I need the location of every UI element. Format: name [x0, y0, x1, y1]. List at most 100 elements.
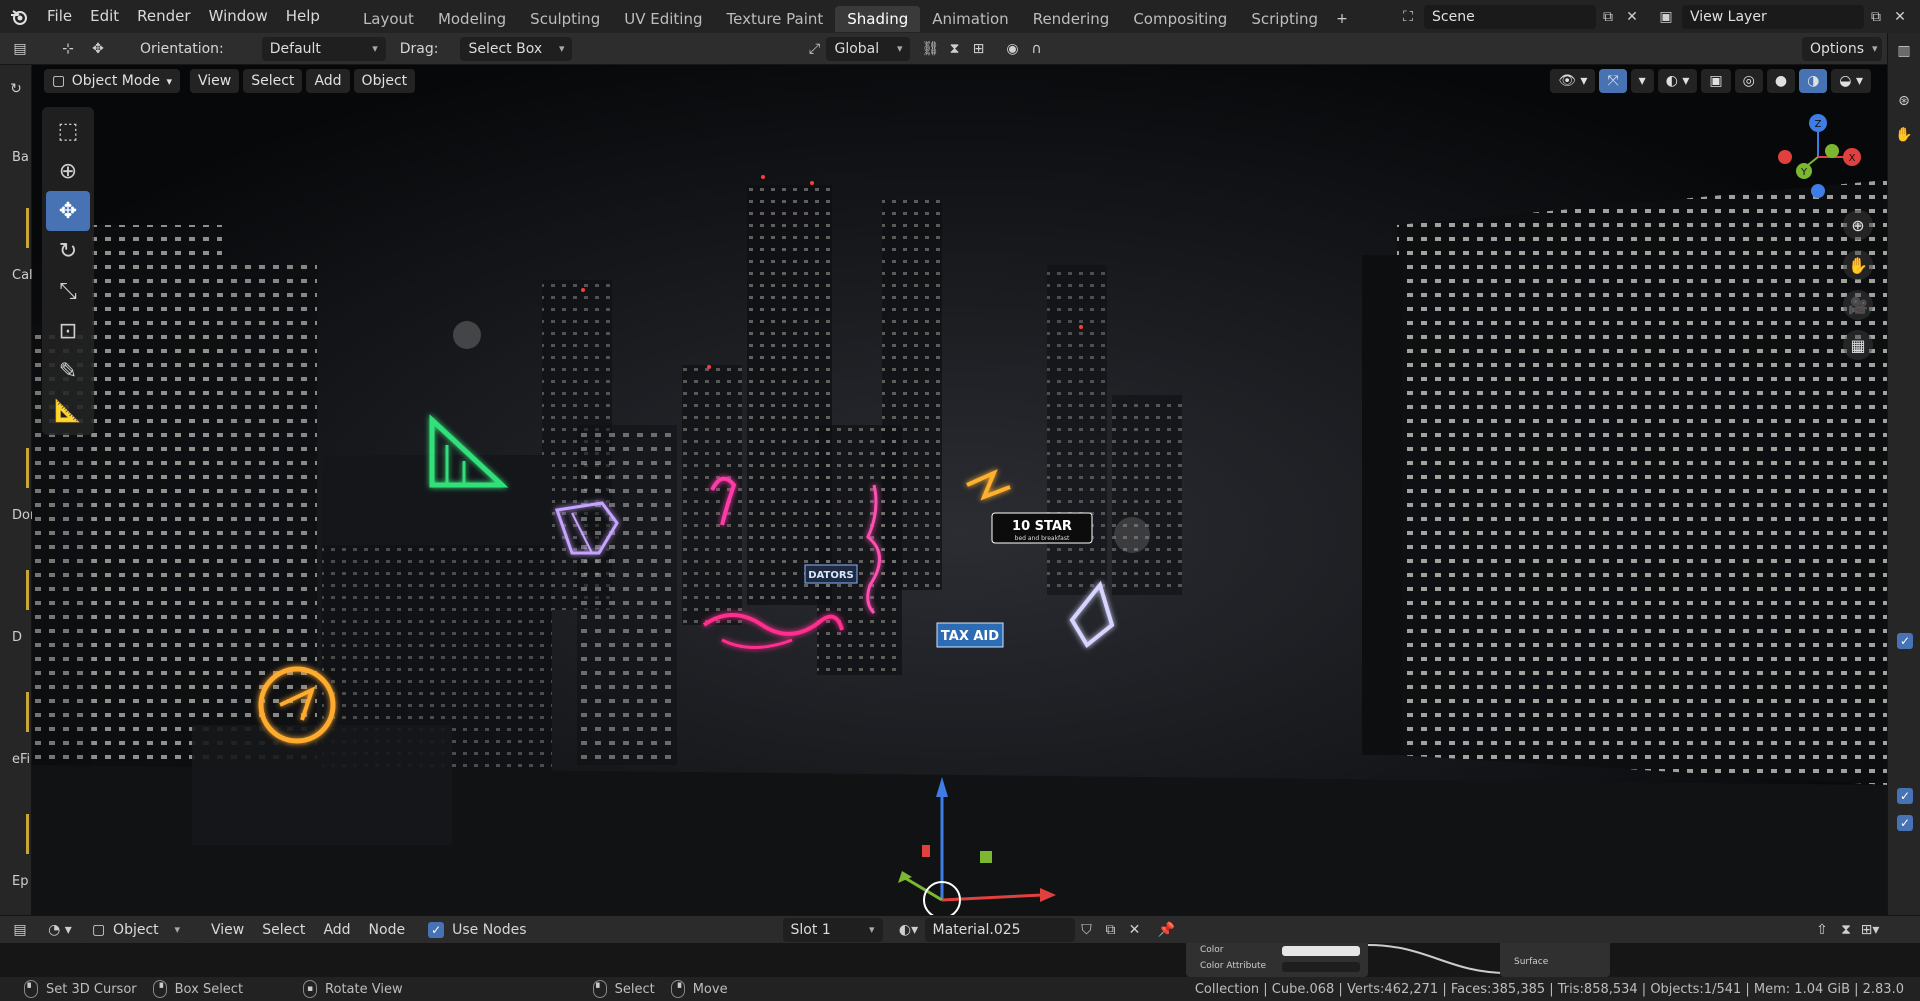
xray-icon[interactable]: ▣	[1701, 69, 1731, 93]
pin-icon[interactable]: 📌	[1155, 918, 1179, 942]
falloff-icon[interactable]: ∩	[1024, 37, 1048, 61]
tab-animation[interactable]: Animation	[920, 6, 1020, 32]
measure-tool-icon[interactable]: 📐	[46, 391, 90, 431]
tab-compositing[interactable]: Compositing	[1121, 6, 1239, 32]
shading-rendered-icon[interactable]: ◒ ▾	[1831, 69, 1871, 93]
transform-tool-icon[interactable]: ⊹	[56, 37, 80, 61]
material-output-node[interactable]: Surface	[1500, 943, 1610, 977]
socket-color-attribute-label: Color Attribute	[1200, 961, 1267, 971]
menu-edit[interactable]: Edit	[81, 0, 128, 33]
fake-user-shield-icon[interactable]: ⛉	[1075, 918, 1099, 942]
menu-render[interactable]: Render	[128, 0, 199, 33]
tab-scripting[interactable]: Scripting	[1239, 6, 1330, 32]
shader-type-dropdown[interactable]: ▢ Object ▾	[84, 917, 188, 942]
unlink-material-icon[interactable]: ✕	[1123, 918, 1147, 942]
viewport-menu-add[interactable]: Add	[306, 69, 350, 93]
menu-file[interactable]: File	[38, 0, 81, 33]
shading-wireframe-icon[interactable]: ◎	[1734, 69, 1763, 93]
view-layer-selector[interactable]: View Layer	[1682, 4, 1864, 29]
editor-type-icon[interactable]: ▤	[8, 37, 32, 61]
shading-solid-icon[interactable]: ●	[1766, 69, 1796, 93]
tab-uv-editing[interactable]: UV Editing	[612, 6, 714, 32]
scene-icon[interactable]: ⛶	[1396, 5, 1420, 29]
snap-target-icon[interactable]: ⊞	[966, 37, 990, 61]
node-menu-add[interactable]: Add	[314, 916, 359, 944]
editor-type-icon[interactable]: ▤	[8, 918, 32, 942]
viewport-menu-object[interactable]: Object	[353, 69, 416, 93]
hand-icon[interactable]: ✋	[1892, 123, 1916, 147]
material-name-field[interactable]: Material.025	[924, 917, 1075, 942]
cursor-tool-icon[interactable]: ⊕	[46, 151, 90, 191]
tab-layout[interactable]: Layout	[351, 6, 426, 32]
scene-properties-icon[interactable]: ⊛	[1892, 89, 1916, 113]
blender-logo-icon[interactable]	[8, 6, 30, 28]
slot-dropdown[interactable]: Slot 1 ▾	[782, 917, 883, 942]
node-menu-select[interactable]: Select	[253, 916, 314, 944]
select-box-tool-icon[interactable]: ⬚	[46, 111, 90, 151]
move-tool-icon[interactable]: ✥	[46, 191, 90, 231]
camera-icon[interactable]: 🎥	[1843, 290, 1873, 320]
drag-dropdown[interactable]: Select Box ▾	[460, 36, 573, 61]
mouse-right-icon: ▝	[670, 980, 685, 998]
view-layer-icon[interactable]: ▣	[1654, 5, 1678, 29]
pan-hand-icon[interactable]: ✋	[1843, 250, 1873, 280]
node-editor-header: ▤ ◔ ▾ ▢ Object ▾ View Select Add Node ✓ Use…	[0, 915, 1920, 943]
rotate-tool-icon[interactable]: ↻	[46, 231, 90, 271]
scene-selector[interactable]: Scene	[1424, 4, 1596, 29]
visibility-checkbox[interactable]: ✓	[1897, 815, 1913, 831]
pivot-point-icon[interactable]: ⛓	[918, 37, 942, 61]
socket-color-label: Color	[1200, 945, 1224, 955]
viewport-menu-view[interactable]: View	[190, 69, 240, 93]
orientation-dropdown[interactable]: Default ▾	[261, 36, 386, 61]
visibility-checkbox[interactable]: ✓	[1897, 788, 1913, 804]
shading-material-icon[interactable]: ◑	[1799, 69, 1828, 93]
tab-shading[interactable]: Shading	[835, 5, 921, 32]
tab-rendering[interactable]: Rendering	[1021, 6, 1122, 32]
snap-element-icon[interactable]: ⊞▾	[1858, 918, 1882, 942]
gizmo-toggle-icon[interactable]: ⤧	[1599, 69, 1627, 93]
perspective-grid-icon[interactable]: ▦	[1843, 330, 1873, 360]
parent-node-tree-icon[interactable]: ⇧	[1810, 918, 1834, 942]
mode-dropdown[interactable]: ▢ Object Mode ▾	[44, 69, 180, 93]
properties-icon[interactable]: ▥	[1892, 39, 1916, 63]
material-browse-icon[interactable]: ◐▾	[897, 918, 921, 942]
options-dropdown[interactable]: Options ▾	[1802, 36, 1882, 61]
new-scene-icon[interactable]: ⧉	[1596, 5, 1620, 29]
node-editor-icon[interactable]: ◔ ▾	[48, 918, 72, 942]
node-menu-view[interactable]: View	[202, 916, 253, 944]
annotate-tool-icon[interactable]: ✎	[46, 351, 90, 391]
snap-icon[interactable]: ⧗	[1834, 918, 1858, 942]
tab-modeling[interactable]: Modeling	[426, 6, 518, 32]
node-editor-canvas[interactable]: Color Color Attribute Surface	[0, 943, 1920, 977]
new-view-layer-icon[interactable]: ⧉	[1864, 5, 1888, 29]
visibility-icon[interactable]: 👁 ▾	[1550, 69, 1596, 93]
visibility-checkbox[interactable]: ✓	[1897, 633, 1913, 649]
delete-view-layer-icon[interactable]: ✕	[1888, 5, 1912, 29]
zoom-icon[interactable]: ⊕	[1843, 210, 1873, 240]
transform-space-dropdown[interactable]: Global ▾	[826, 36, 911, 61]
gizmo-dropdown-icon[interactable]: ▾	[1630, 69, 1654, 93]
color-attribute-field[interactable]	[1282, 962, 1360, 972]
delete-scene-icon[interactable]: ✕	[1620, 5, 1644, 29]
menu-window[interactable]: Window	[200, 0, 277, 33]
tab-texture-paint[interactable]: Texture Paint	[714, 6, 835, 32]
transform-tool-icon[interactable]: ⊡	[46, 311, 90, 351]
color-swatch[interactable]	[1282, 946, 1360, 956]
3d-viewport[interactable]: 10 STAR bed and breakfast DATORS TAX AID	[32, 65, 1887, 915]
duplicate-material-icon[interactable]: ⧉	[1099, 918, 1123, 942]
overlays-icon[interactable]: ◐ ▾	[1657, 69, 1698, 93]
proportional-editing-icon[interactable]: ◉	[1000, 37, 1024, 61]
transform-orientation-icon[interactable]: ⤢	[802, 37, 826, 61]
snap-icon[interactable]: ⧗	[942, 37, 966, 61]
move-tool-icon[interactable]: ✥	[86, 37, 110, 61]
tab-sculpting[interactable]: Sculpting	[518, 6, 612, 32]
menu-help[interactable]: Help	[277, 0, 329, 33]
viewport-menu-select[interactable]: Select	[243, 69, 303, 93]
node-menu-node[interactable]: Node	[360, 916, 415, 944]
scale-tool-icon[interactable]: ⤡	[46, 271, 90, 311]
refresh-icon[interactable]: ↻	[4, 77, 28, 101]
add-workspace-button[interactable]: +	[1330, 7, 1354, 31]
use-nodes-checkbox[interactable]: ✓	[428, 921, 445, 938]
navigation-gizmo[interactable]: Z X Y	[1773, 107, 1863, 207]
color-node[interactable]: Color Color Attribute	[1186, 943, 1368, 977]
